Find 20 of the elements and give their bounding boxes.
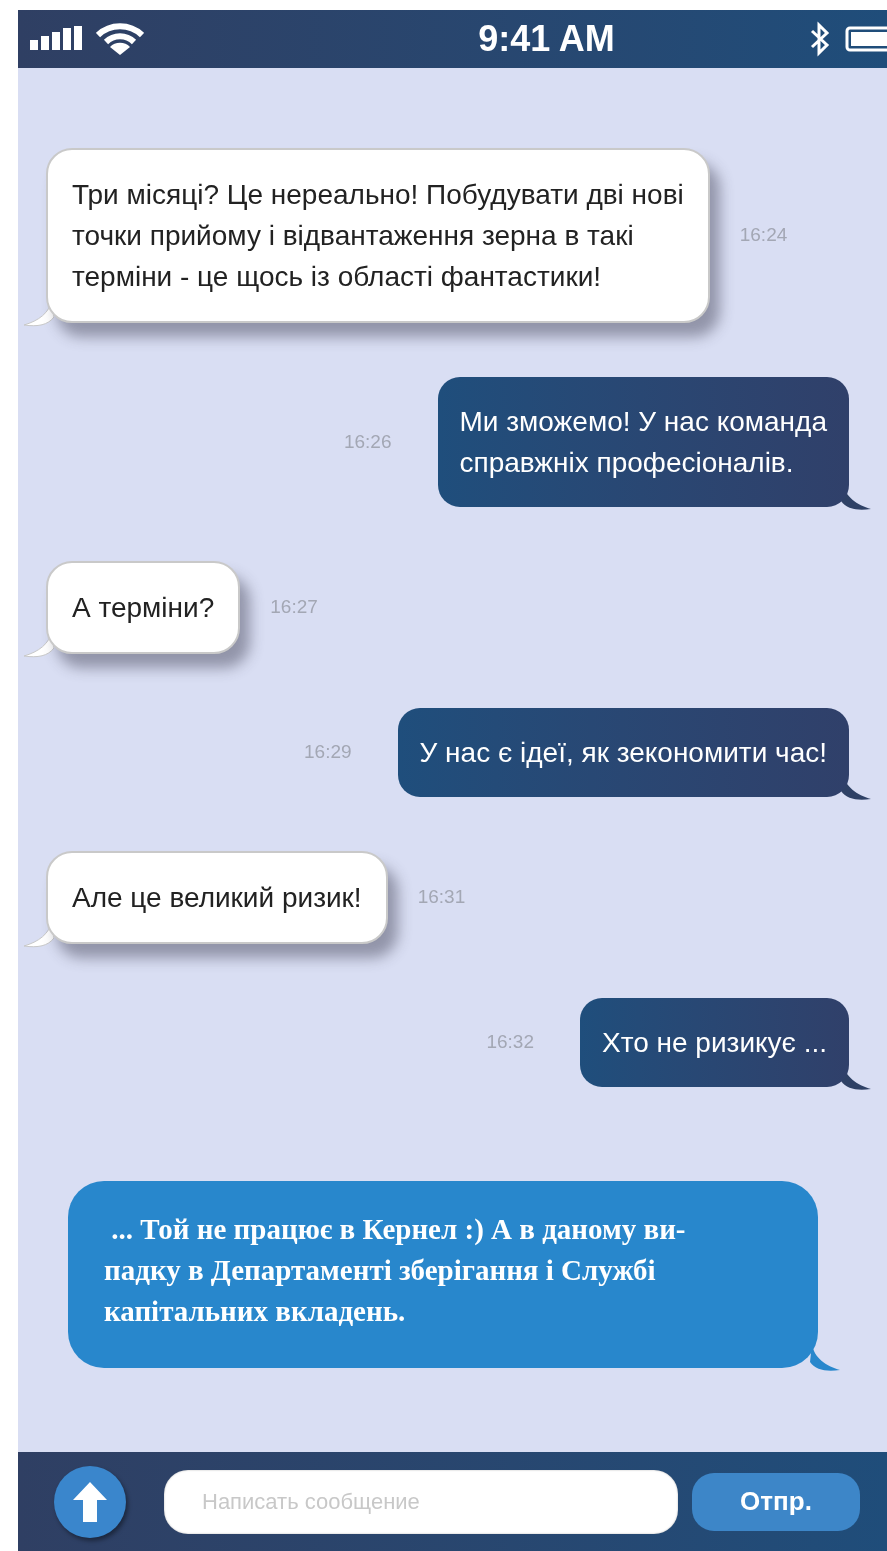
message-time: 16:26 bbox=[343, 429, 392, 454]
message-time: 16:24 bbox=[739, 223, 788, 248]
message-time: 16:27 bbox=[270, 595, 318, 620]
battery-icon bbox=[845, 26, 887, 52]
message-time: 16:32 bbox=[486, 1030, 534, 1055]
message-time: 16:29 bbox=[304, 740, 352, 765]
status-time: 9:41 AM bbox=[478, 17, 615, 61]
message-bubble: Хто не ризикує ... bbox=[580, 998, 849, 1087]
message-bubble: Але це великий ризик! bbox=[46, 851, 388, 944]
arrow-up-icon bbox=[73, 1481, 107, 1522]
bluetooth-icon bbox=[809, 21, 831, 57]
message-bubble: Ми зможемо! У нас команда справжніх професіоналів. bbox=[437, 377, 849, 507]
message-bubble: У нас є ідеї, як зекономити час! bbox=[397, 708, 849, 797]
message-bubble: А терміни? bbox=[46, 561, 241, 654]
message-bubble: Три місяці? Це нереально! Побудувати дві нові точки прийому і відвантаження зерна в такі терміни - це щось із області фантастики! bbox=[46, 148, 710, 323]
message-bubble: ... Той не працює в Кернел :) А в даному ви- падку в Департаменті зберігання і Службі капітальних вкладень. bbox=[68, 1181, 818, 1368]
wifi-icon bbox=[96, 23, 144, 55]
send-button[interactable]: Отпр. bbox=[692, 1472, 860, 1531]
signal-icon bbox=[30, 26, 84, 52]
message-time: 16:31 bbox=[417, 885, 466, 910]
